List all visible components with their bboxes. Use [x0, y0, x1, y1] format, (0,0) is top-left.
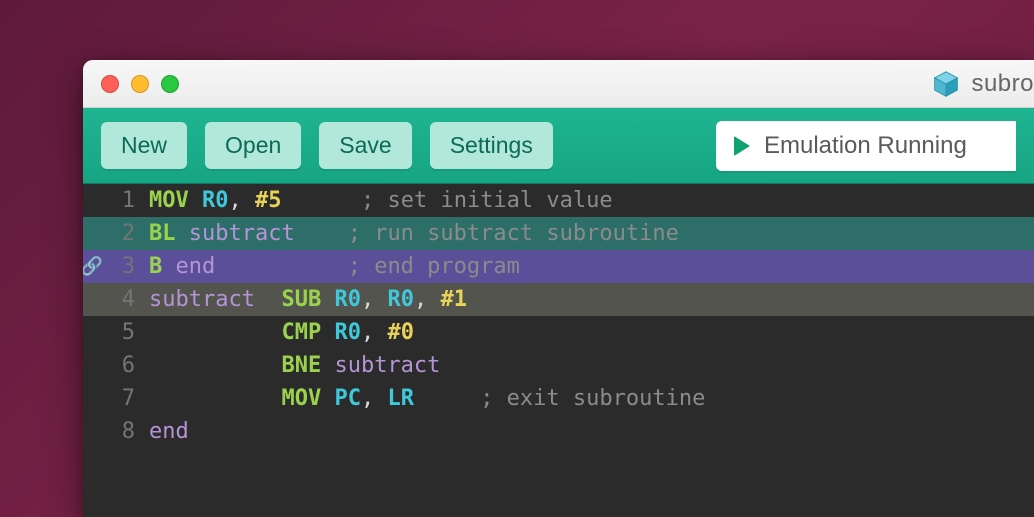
code-token: ,	[414, 287, 441, 312]
code-area[interactable]: MOV R0, #5 ; set initial valueBL subtrac…	[143, 184, 1034, 517]
code-token: B	[149, 254, 162, 279]
play-icon	[734, 136, 750, 156]
app-cube-icon	[931, 69, 961, 99]
code-token	[295, 221, 348, 246]
code-token: end	[176, 254, 216, 279]
gutter-icon-column: 🔗	[83, 184, 111, 517]
line-number: 1	[111, 184, 143, 217]
code-token	[149, 320, 281, 345]
code-token: ,	[361, 320, 388, 345]
code-token: MOV	[281, 386, 321, 411]
toolbar: New Open Save Settings Emulation Running	[83, 108, 1034, 184]
window-title: subro	[931, 60, 1034, 107]
code-token: #1	[440, 287, 467, 312]
code-token	[189, 188, 202, 213]
line-number: 5	[111, 316, 143, 349]
code-token: R0	[334, 320, 361, 345]
toolbar-right-group: Emulation Running	[716, 121, 1016, 171]
code-token: ; exit subroutine	[480, 386, 705, 411]
code-token	[321, 287, 334, 312]
code-token: end	[149, 419, 189, 444]
code-token: R0	[387, 287, 414, 312]
code-line[interactable]: CMP R0, #0	[143, 316, 1034, 349]
new-button[interactable]: New	[101, 122, 187, 169]
code-token: BNE	[281, 353, 321, 378]
window-title-text: subro	[971, 70, 1034, 98]
code-token: ; end program	[348, 254, 520, 279]
code-token: R0	[334, 287, 361, 312]
code-token	[255, 287, 282, 312]
code-token: CMP	[281, 320, 321, 345]
gutter-icon-cell	[83, 184, 111, 217]
gutter-icon-cell	[83, 217, 111, 250]
settings-button[interactable]: Settings	[430, 122, 553, 169]
code-token: LR	[387, 386, 414, 411]
emulation-status-text: Emulation Running	[764, 132, 967, 160]
gutter-icon-cell	[83, 415, 111, 448]
code-token: MOV	[149, 188, 189, 213]
code-token: ,	[361, 386, 388, 411]
code-token: ,	[361, 287, 388, 312]
code-line[interactable]: end	[143, 415, 1034, 448]
code-token: BL	[149, 221, 176, 246]
code-token: subtract	[149, 287, 255, 312]
code-token: ; run subtract subroutine	[348, 221, 679, 246]
code-token	[414, 386, 480, 411]
emulation-status-panel[interactable]: Emulation Running	[716, 121, 1016, 171]
code-token: R0	[202, 188, 229, 213]
code-token: subtract	[189, 221, 295, 246]
code-token: #5	[255, 188, 282, 213]
code-line[interactable]: B end ; end program	[143, 250, 1034, 283]
line-number: 3	[111, 250, 143, 283]
code-line[interactable]: MOV R0, #5 ; set initial value	[143, 184, 1034, 217]
code-token	[149, 386, 281, 411]
code-token	[149, 353, 281, 378]
code-token: #0	[387, 320, 414, 345]
gutter-icon-cell	[83, 349, 111, 382]
minimize-window-button[interactable]	[131, 75, 149, 93]
code-editor[interactable]: 🔗 12345678 MOV R0, #5 ; set initial valu…	[83, 184, 1034, 517]
line-number: 4	[111, 283, 143, 316]
gutter-icon-cell: 🔗	[83, 250, 111, 283]
line-number-gutter: 12345678	[111, 184, 143, 517]
code-token	[215, 254, 347, 279]
line-number: 8	[111, 415, 143, 448]
window-titlebar: subro	[83, 60, 1034, 108]
code-token	[321, 353, 334, 378]
code-token: SUB	[281, 287, 321, 312]
app-window: subro New Open Save Settings Emulation R…	[83, 60, 1034, 517]
code-token: subtract	[334, 353, 440, 378]
code-token	[282, 188, 361, 213]
code-line[interactable]: BL subtract ; run subtract subroutine	[143, 217, 1034, 250]
save-button[interactable]: Save	[319, 122, 411, 169]
link-icon: 🔗	[83, 256, 103, 277]
code-line[interactable]: MOV PC, LR ; exit subroutine	[143, 382, 1034, 415]
gutter-icon-cell	[83, 283, 111, 316]
line-number: 6	[111, 349, 143, 382]
code-line[interactable]: subtract SUB R0, R0, #1	[143, 283, 1034, 316]
code-line[interactable]: BNE subtract	[143, 349, 1034, 382]
close-window-button[interactable]	[101, 75, 119, 93]
traffic-lights	[101, 75, 179, 93]
open-button[interactable]: Open	[205, 122, 301, 169]
code-token: ,	[229, 188, 256, 213]
line-number: 2	[111, 217, 143, 250]
code-token: ; set initial value	[361, 188, 613, 213]
code-token	[176, 221, 189, 246]
gutter-icon-cell	[83, 316, 111, 349]
zoom-window-button[interactable]	[161, 75, 179, 93]
code-token	[321, 320, 334, 345]
gutter-icon-cell	[83, 382, 111, 415]
line-number: 7	[111, 382, 143, 415]
code-token	[321, 386, 334, 411]
code-token: PC	[334, 386, 361, 411]
code-token	[162, 254, 175, 279]
